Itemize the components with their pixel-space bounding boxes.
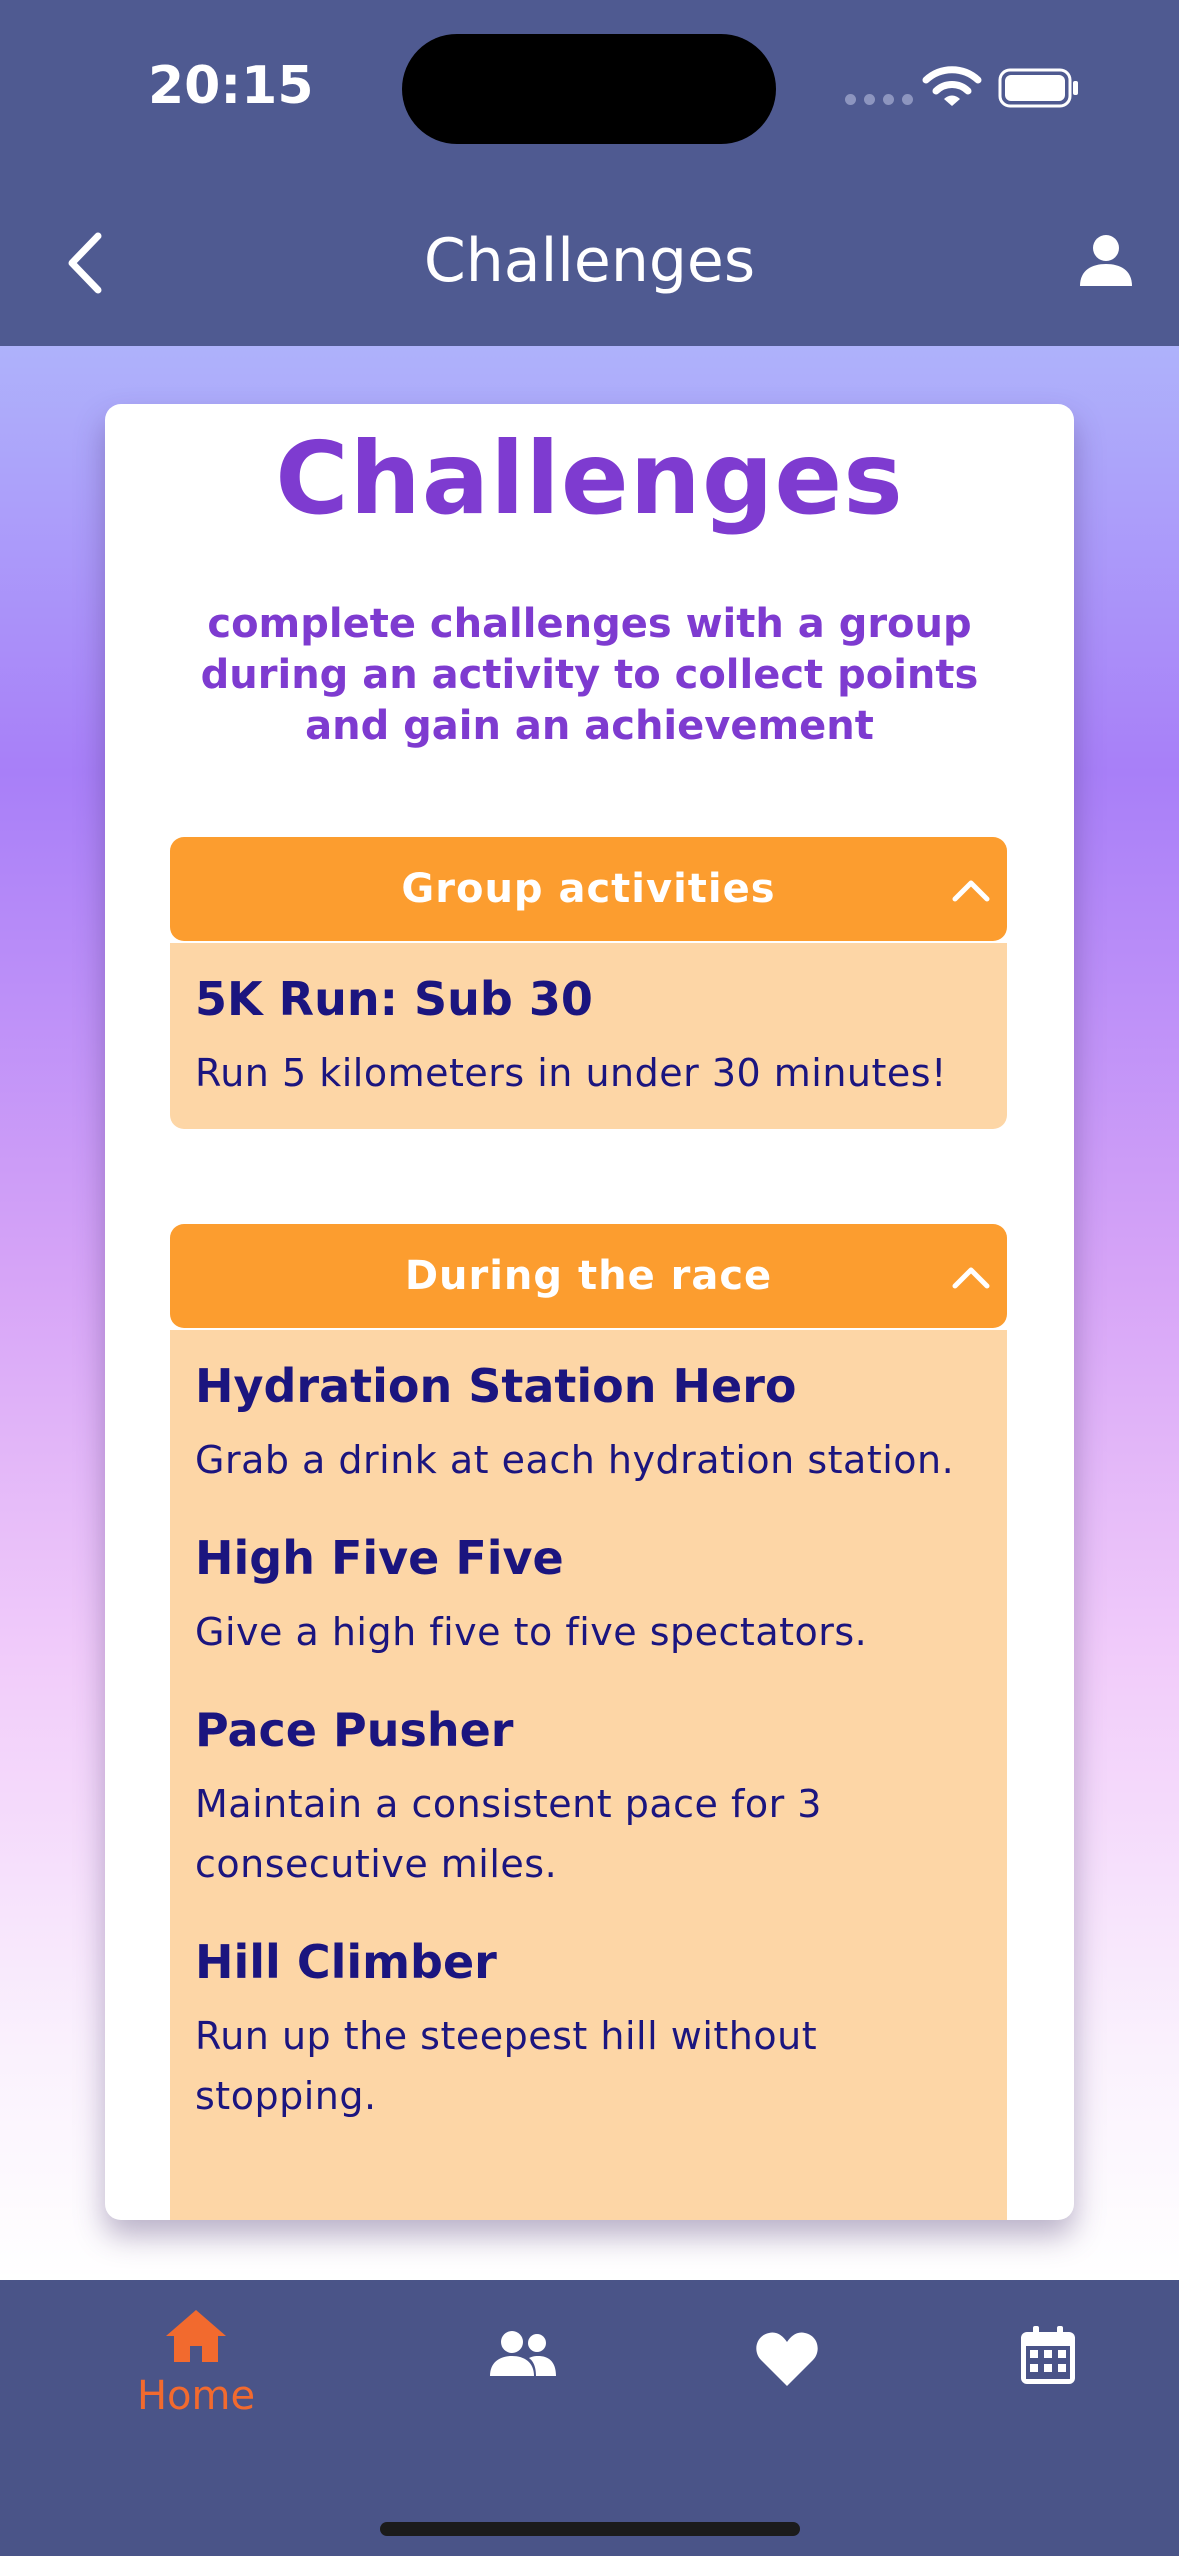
list-item: Pace Pusher Maintain a consistent pace f…: [195, 1702, 983, 1894]
section-body: 5K Run: Sub 30 Run 5 kilometers in under…: [170, 943, 1007, 1129]
status-time: 20:15: [148, 56, 314, 116]
challenge-description: Run 5 kilometers in under 30 minutes!: [195, 1051, 947, 1095]
tab-favorites[interactable]: [677, 2330, 897, 2393]
group-icon: [490, 2331, 556, 2376]
challenge-title: Hydration Station Hero: [195, 1359, 797, 1413]
tab-bar: Home: [0, 2280, 1179, 2556]
list-item: High Five Five Give a high five to five …: [195, 1530, 983, 1662]
tab-home[interactable]: Home: [86, 2308, 306, 2419]
challenge-title: Pace Pusher: [195, 1703, 514, 1757]
list-item: 5K Run: Sub 30 Run 5 kilometers in under…: [195, 971, 983, 1103]
nav-title: Challenges: [423, 226, 756, 296]
tab-home-label: Home: [136, 2373, 256, 2419]
challenge-title: Hill Climber: [195, 1935, 497, 1989]
list-item: Hill Climber Run up the steepest hill wi…: [195, 1934, 983, 2126]
profile-icon[interactable]: [1078, 232, 1134, 288]
calendar-icon: [1021, 2326, 1075, 2384]
challenge-title: High Five Five: [195, 1531, 564, 1585]
challenge-description: Maintain a consistent pace for 3 consecu…: [195, 1782, 822, 1886]
section-header-group-activities[interactable]: Group activities: [170, 837, 1007, 941]
card-title: Challenges: [275, 420, 904, 537]
challenge-description: Grab a drink at each hydration station.: [195, 1438, 955, 1482]
heart-icon: [756, 2332, 818, 2386]
battery-icon: [998, 68, 1078, 108]
wifi-icon: [922, 66, 982, 106]
challenge-title: 5K Run: Sub 30: [195, 972, 593, 1026]
challenge-description: Run up the steepest hill without stoppin…: [195, 2014, 818, 2118]
home-indicator: [380, 2522, 800, 2536]
tab-groups[interactable]: [413, 2330, 633, 2383]
card-subtitle: complete challenges with a group during …: [200, 601, 979, 749]
tab-calendar[interactable]: [938, 2324, 1158, 2391]
chevron-up-icon[interactable]: [951, 1258, 991, 1294]
challenge-description: Give a high five to five spectators.: [195, 1610, 868, 1654]
challenges-card: Challenges complete challenges with a gr…: [105, 404, 1074, 2220]
cellular-signal-icon: [845, 94, 913, 105]
section-header-label: During the race: [404, 1253, 773, 1299]
top-bar: 20:15 Challenges: [0, 0, 1179, 346]
section-header-during-the-race[interactable]: During the race: [170, 1224, 1007, 1328]
home-icon: [166, 2310, 226, 2362]
list-item: Hydration Station Hero Grab a drink at e…: [195, 1358, 983, 1490]
dynamic-island: [402, 34, 776, 144]
section-group-activities: Group activities 5K Run: Sub 30 Run 5 ki…: [170, 837, 1007, 1129]
section-body: Hydration Station Hero Grab a drink at e…: [170, 1330, 1007, 2220]
section-header-label: Group activities: [401, 866, 776, 912]
section-during-the-race: During the race Hydration Station Hero G…: [170, 1224, 1007, 2220]
chevron-up-icon[interactable]: [951, 871, 991, 907]
